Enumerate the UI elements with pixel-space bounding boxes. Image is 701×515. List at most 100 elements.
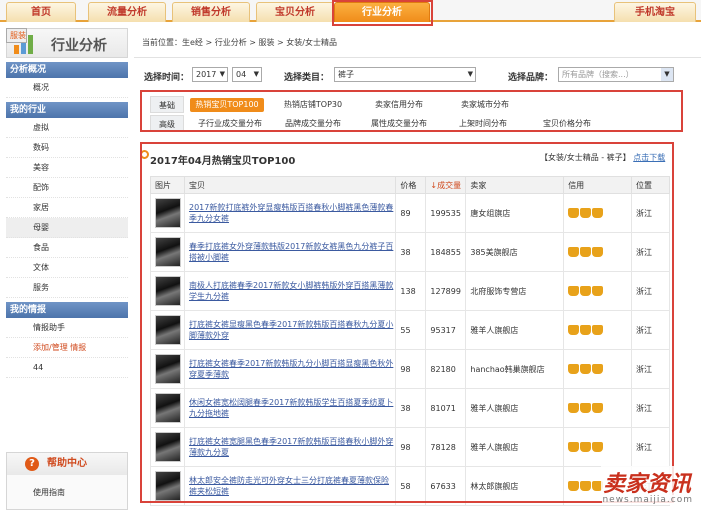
product-title-link[interactable]: 2017新款打底裤外穿显瘦韩版百搭春秋小脚裤黑色薄款春季九分女裤 [183, 193, 397, 233]
product-thumbnail[interactable] [155, 315, 181, 345]
sidebar-item-stationery[interactable]: 文体 [6, 258, 128, 278]
product-thumbnail[interactable] [155, 393, 181, 423]
tab-traffic-analysis[interactable]: 流量分析 [88, 2, 166, 22]
product-title-link[interactable]: 打底裤女裤春季2017新款韩版九分小脚百搭显瘦黑色秋外穿夏季薄款 [183, 349, 397, 389]
product-location: 浙江 [631, 427, 670, 467]
tab-industry-analysis[interactable]: 行业分析 [334, 2, 430, 22]
section-scope: 【女装/女士精品 - 裤子】 点击下载 [540, 153, 666, 162]
product-seller: 雅羊人旗舰店 [465, 388, 565, 428]
product-price: 98 [395, 349, 427, 389]
crown-icon [568, 442, 580, 452]
product-sales: 81071 [425, 388, 467, 428]
tab-attribute-volume[interactable]: 属性成交量分布 [364, 117, 434, 131]
crown-icon [568, 481, 580, 491]
top-nav: 首页 流量分析 销售分析 宝贝分析 行业分析 手机淘宝 [0, 0, 701, 22]
product-seller: 北府服饰专营店 [465, 271, 565, 311]
sidebar-item-overview[interactable]: 概况 [6, 78, 128, 98]
crown-icon [592, 325, 604, 335]
product-title-link[interactable]: 南极人打底裤春季2017新款女小脚裤韩版外穿百搭黑薄款学生九分裤 [183, 271, 397, 311]
sidebar-item-baby[interactable]: 母婴 [6, 218, 128, 238]
tab-sales-analysis[interactable]: 销售分析 [172, 2, 250, 22]
sidebar-item-clothing[interactable]: 服装 [6, 28, 27, 43]
table-row: 春季打底裤女外穿薄款韩版2017新款女裤黑色九分裤子百搭被小脚裤 38 184855… [150, 232, 670, 272]
category-tabs: 基础 热销宝贝TOP100 热销店铺TOP30 卖家信用分布 卖家城市分布 高级… [150, 96, 670, 134]
product-sales: 127899 [425, 271, 467, 311]
tab-hot-items-top100[interactable]: 热销宝贝TOP100 [190, 98, 264, 112]
seller-credit [563, 271, 633, 311]
product-thumbnail[interactable] [155, 432, 181, 462]
download-link[interactable]: 点击下载 [633, 153, 665, 162]
table-row: 打底裤女裤显瘦黑色春季2017新款韩版百搭春秋九分夏小脚薄款外穿 55 95317 雅… [150, 310, 670, 350]
advanced-label: 高级 [150, 115, 184, 132]
product-seller: 雅羊人旗舰店 [465, 310, 565, 350]
tab-seller-credit[interactable]: 卖家信用分布 [364, 98, 434, 112]
product-sales: 95317 [425, 310, 467, 350]
col-price[interactable]: 价格 [395, 176, 427, 194]
product-thumbnail[interactable] [155, 354, 181, 384]
tab-brand-volume[interactable]: 品牌成交量分布 [278, 117, 348, 131]
sidebar-item-home[interactable]: 家居 [6, 198, 128, 218]
product-title-link[interactable]: 休闲女裤宽松阔腿春季2017新款韩版学生百搭夏季纺夏卜九分拖地裤 [183, 388, 397, 428]
col-credit: 信用 [563, 176, 633, 194]
tab-listing-time[interactable]: 上架时间分布 [450, 117, 516, 131]
time-label: 选择时间： [144, 73, 190, 83]
col-sales[interactable]: ↓成交量 [425, 176, 467, 194]
category-select[interactable]: 裤子 ▼ [334, 67, 476, 82]
tab-mobile-taobao[interactable]: 手机淘宝 [614, 2, 696, 22]
crown-icon [592, 208, 604, 218]
tab-seller-city[interactable]: 卖家城市分布 [450, 98, 520, 112]
sidebar-item-manage-intel[interactable]: 添加/管理 情报 [6, 338, 128, 358]
seller-credit [563, 349, 633, 389]
sidebar-item-beauty[interactable]: 美容 [6, 158, 128, 178]
product-price: 98 [395, 427, 427, 467]
product-sales: 82180 [425, 349, 467, 389]
sidebar-item-accessories[interactable]: 配饰 [6, 178, 128, 198]
year-select[interactable]: 2017 ▼ [192, 67, 228, 82]
product-thumbnail[interactable] [155, 198, 181, 228]
product-seller: 唐女组旗店 [465, 193, 565, 233]
product-location: 浙江 [631, 349, 670, 389]
tab-hot-shops-top30[interactable]: 热销店铺TOP30 [278, 98, 348, 112]
help-guide-link[interactable]: 使用指南 [7, 475, 127, 498]
breadcrumb: 当前位置：生e经 > 行业分析 > 服装 > 女装/女士精品 [134, 28, 701, 58]
seller-credit [563, 427, 633, 467]
crown-icon [580, 442, 592, 452]
crown-icon [592, 364, 604, 374]
product-title-link[interactable]: 打底裤女裤宽腿黑色春季2017新款韩版百搭春秋小脚外穿薄款九分夏 [183, 427, 397, 467]
chevron-down-icon: ▼ [661, 68, 673, 81]
col-image: 图片 [150, 176, 185, 194]
product-price: 89 [395, 193, 427, 233]
product-thumbnail[interactable] [155, 471, 181, 501]
product-thumbnail[interactable] [155, 276, 181, 306]
product-title-link[interactable]: 打底裤女裤显瘦黑色春季2017新款韩版百搭春秋九分夏小脚薄款外穿 [183, 310, 397, 350]
product-title-link[interactable]: 林太郎安全裤防走光可外穿女士三分打底裤春夏薄款保险裤夹松短裤 [183, 466, 397, 506]
month-select[interactable]: 04 ▼ [232, 67, 262, 82]
product-location: 浙江 [631, 388, 670, 428]
top100-table: 图片 宝贝 价格 ↓成交量 卖家 信用 位置 2017新款打底裤外穿显瘦韩版百搭… [150, 176, 670, 506]
tab-home[interactable]: 首页 [6, 2, 76, 22]
crown-icon [568, 208, 580, 218]
seller-credit [563, 388, 633, 428]
sidebar-item-intel-assistant[interactable]: 情报助手 [6, 318, 128, 338]
product-thumbnail[interactable] [155, 237, 181, 267]
product-price: 38 [395, 232, 427, 272]
product-title-link[interactable]: 春季打底裤女外穿薄款韩版2017新款女裤黑色九分裤子百搭被小脚裤 [183, 232, 397, 272]
sidebar-item-food[interactable]: 食品 [6, 238, 128, 258]
tab-price-distribution[interactable]: 宝贝价格分布 [534, 117, 600, 131]
tab-subindustry-volume[interactable]: 子行业成交量分布 [190, 117, 270, 131]
sidebar-item-services[interactable]: 服务 [6, 278, 128, 298]
crown-icon [592, 442, 604, 452]
product-seller: 林太郎旗舰店 [465, 466, 565, 506]
sidebar-item-virtual[interactable]: 虚拟 [6, 118, 128, 138]
seller-credit [563, 232, 633, 272]
product-seller: 385美旗舰店 [465, 232, 565, 272]
category-label: 选择类目： [284, 73, 330, 83]
tab-item-analysis[interactable]: 宝贝分析 [256, 2, 334, 22]
chevron-down-icon: ▼ [253, 70, 259, 78]
chevron-down-icon: ▼ [219, 70, 225, 78]
sidebar-section-my-intel: 我的情报 [6, 302, 128, 318]
sidebar-item-digital[interactable]: 数码 [6, 138, 128, 158]
brand-search-input[interactable]: 所有品牌（搜索...） ▼ [558, 67, 674, 82]
sidebar-item-44[interactable]: 44 [6, 358, 128, 378]
filter-bar: 选择时间： 2017 ▼ 04 ▼ 选择类目： 裤子 ▼ 选择品牌： 所有品牌（搜索.… [144, 67, 701, 85]
